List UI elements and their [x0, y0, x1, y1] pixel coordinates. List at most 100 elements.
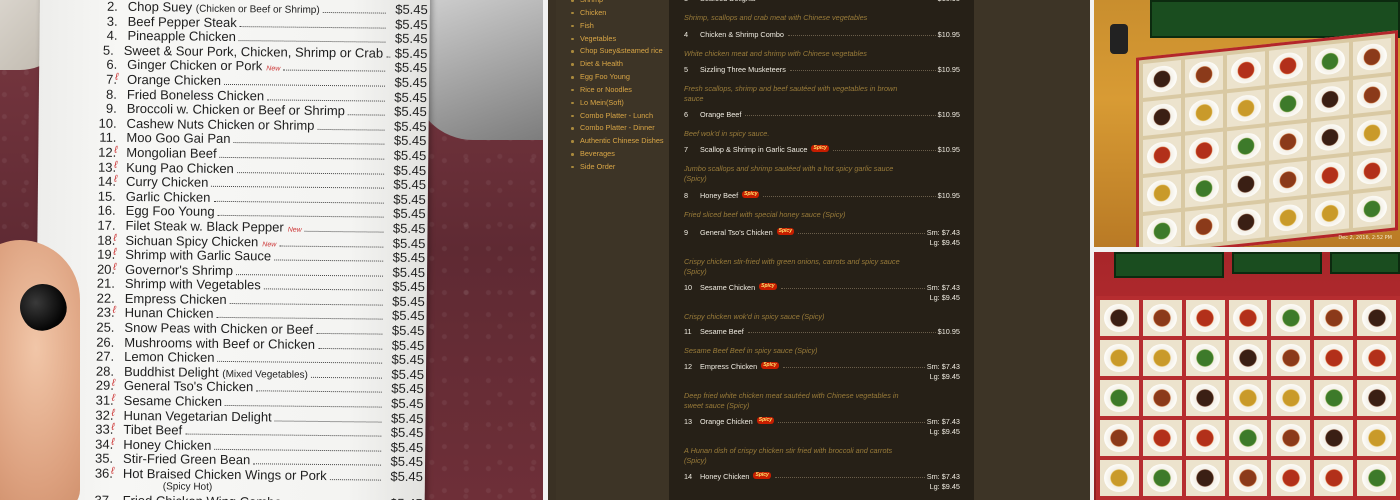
dot-leader	[774, 472, 925, 478]
menu-item-number: 13	[684, 417, 693, 426]
sidebar-category-link[interactable]: Shrimp	[570, 0, 664, 7]
dish-photo-tile	[1271, 300, 1311, 336]
spicy-badge-icon: Spicy	[761, 362, 779, 369]
menu-signboard	[1114, 252, 1224, 278]
item-number: 27.	[96, 348, 115, 365]
dish-photo-tile	[1185, 340, 1225, 376]
handwritten-spicy-mark: ℓ	[113, 261, 117, 273]
dish-plate	[1273, 51, 1303, 81]
spicy-badge-icon: Spicy	[759, 283, 777, 290]
dot-leader	[263, 288, 383, 291]
dish-plate	[1147, 64, 1177, 94]
dish-photo-tile	[1353, 151, 1391, 190]
menu-item-name[interactable]: Seafood Delights	[700, 0, 756, 3]
menu-item-name[interactable]: Honey Beef	[700, 191, 738, 200]
menu-item-name[interactable]: Sizzling Three Musketeers	[700, 65, 786, 74]
menu-item-name[interactable]: Orange Chicken	[700, 417, 753, 426]
dot-leader	[213, 200, 384, 204]
sidebar-category-link[interactable]: Chicken	[570, 7, 664, 20]
item-number: 31.	[95, 392, 114, 408]
dish-photo-tile	[1353, 113, 1391, 152]
item-number: 37.	[94, 492, 113, 500]
dish-plate	[1318, 384, 1349, 412]
sidebar-category-link[interactable]: Diet & Health	[570, 58, 664, 71]
sidebar-category-link[interactable]: Authentic Chinese Dishes	[570, 135, 664, 148]
handwritten-spicy-mark: ℓ	[114, 144, 118, 156]
item-price: $5.45	[393, 118, 427, 134]
dot-leader	[310, 376, 382, 379]
sidebar-category-link[interactable]: Egg Foo Young	[570, 71, 664, 84]
handwritten-spicy-mark: ℓ	[111, 392, 116, 404]
dish-plate	[1189, 174, 1219, 204]
sidebar-category-link[interactable]: Vegetables	[570, 33, 664, 46]
menu-item-description: Shrimp, scallops and crab meat with Chin…	[684, 13, 868, 22]
dot-leader	[236, 171, 385, 175]
item-number: 6.	[106, 57, 118, 73]
menu-item: 13 Orange Chicken Spicy Sm: $7.43 Lg: $9.45 A…	[684, 417, 960, 466]
sidebar-category-link[interactable]: Lo Mein(Soft)	[570, 97, 664, 110]
sidebar-category-link[interactable]: Combo Platter - Dinner	[570, 122, 664, 135]
dish-plate	[1357, 118, 1387, 148]
sidebar-category-link[interactable]: Beverages	[570, 148, 664, 161]
dot-leader	[214, 448, 382, 452]
dish-photo-tile	[1185, 93, 1223, 132]
item-name: Pineapple Chicken	[127, 28, 236, 44]
menu-item-name[interactable]: Empress Chicken	[700, 362, 757, 371]
dish-plate	[1315, 46, 1345, 76]
sidebar-category-link[interactable]: Fish	[570, 20, 664, 33]
dish-photo-tile	[1142, 420, 1182, 456]
dish-plate	[1233, 424, 1263, 452]
category-sidebar: ShrimpChickenFishVegetablesChop Suey&ste…	[556, 0, 669, 500]
dish-photo-tile	[1227, 51, 1265, 90]
sidebar-category-link[interactable]: Rice or Noodles	[570, 84, 664, 97]
page-gutter	[548, 0, 556, 500]
menu-item-description: White chicken meat and shrimp with Chine…	[684, 49, 867, 58]
menu-item-price: $10.95	[938, 145, 960, 155]
sidebar-category-link[interactable]: Combo Platter - Lunch	[570, 110, 664, 123]
dish-plate	[1190, 464, 1221, 492]
item-number: 36.	[94, 465, 114, 481]
menu-item-name[interactable]: General Tso's Chicken	[700, 228, 773, 237]
dish-plate	[1233, 304, 1263, 332]
dish-photo-tile	[1228, 420, 1268, 456]
item-name-text: Pineapple Chicken	[127, 28, 237, 45]
handwritten-spicy-mark: ℓ	[111, 436, 115, 448]
handwritten-spicy-mark: ℓ	[113, 232, 117, 244]
menu-item-name[interactable]: Sesame Beef	[700, 327, 744, 336]
menu-item-number: 9	[684, 228, 689, 237]
item-number: 32.	[95, 407, 114, 423]
price-line: $10.95	[937, 327, 960, 336]
dish-photo-tile	[1100, 340, 1139, 376]
item-name-text: Beef Pepper Steak	[127, 13, 237, 30]
dot-leader	[274, 259, 384, 262]
dish-plate	[1357, 194, 1387, 224]
item-price: $5.45	[392, 220, 426, 236]
dot-leader	[223, 83, 386, 87]
menu-item-name[interactable]: Honey Chicken	[700, 472, 749, 481]
menu-item-number: 14	[684, 472, 693, 481]
item-number: 10.	[98, 115, 117, 131]
menu-item-name[interactable]: Scallop & Shrimp in Garlic Sauce	[700, 145, 807, 154]
item-number: 34.	[95, 436, 114, 452]
dish-photo-tile	[1353, 189, 1391, 228]
item-number: 20.	[96, 261, 116, 277]
menu-item-header: 14 Honey Chicken Spicy Sm: $7.43 Lg: $9.45	[684, 472, 960, 492]
item-name-text: Chop Suey	[127, 0, 193, 15]
menu-signboard	[1232, 252, 1322, 274]
menu-item-name[interactable]: Orange Beef	[700, 110, 741, 119]
dish-plate	[1147, 216, 1177, 246]
menu-item-list: 3Seafood Delights $10.95 Shrimp, scallops …	[669, 0, 974, 500]
item-number: 21.	[96, 275, 116, 292]
menu-item-name[interactable]: Chicken & Shrimp Combo	[700, 30, 784, 39]
sidebar-category-link[interactable]: Side Order	[570, 161, 664, 174]
item-name-text: Tibet Beef	[123, 422, 183, 438]
item-price: $5.45	[395, 1, 428, 18]
dot-leader	[780, 283, 925, 289]
menu-item: 3Seafood Delights $10.95 Shrimp, scallops …	[684, 0, 960, 23]
sidebar-category-link[interactable]: Chop Suey&steamed rice	[570, 45, 664, 58]
dish-plate	[1315, 122, 1345, 152]
menu-item-description: Crispy chicken wok'd in spicy sauce (Spi…	[684, 312, 825, 321]
dot-leader	[787, 30, 936, 36]
handwritten-spicy-mark: ℓ	[111, 378, 116, 390]
menu-item-name[interactable]: Sesame Chicken	[700, 283, 755, 292]
